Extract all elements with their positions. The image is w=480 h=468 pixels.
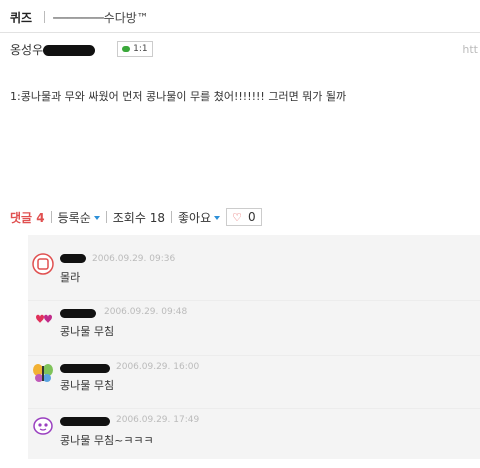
category-label[interactable]: 퀴즈 <box>10 9 32 26</box>
chat-bubble-icon <box>122 46 131 52</box>
like-label: 좋아요 <box>178 210 212 225</box>
commenter-name-redaction[interactable] <box>60 309 96 318</box>
views-info: 조회수 18 <box>113 209 165 226</box>
comment-date: 2006.09.29. 09:48 <box>104 307 188 317</box>
butterfly-avatar-icon[interactable] <box>32 362 54 384</box>
like-dropdown[interactable]: 좋아요 <box>178 209 221 226</box>
comment-item: 2006.09.29. 09:36 몰라 <box>28 245 480 300</box>
header-divider <box>44 11 46 23</box>
commenter-name-redaction[interactable] <box>60 364 110 373</box>
post-toolbar: 댓글 4 등록순 조회수 18 좋아요 ♡ 0 <box>0 205 480 229</box>
comment-divider <box>28 408 480 409</box>
author-name[interactable]: 옹성우 <box>10 41 96 58</box>
like-count: 0 <box>248 210 256 224</box>
chat-button-label: 1:1 <box>133 44 148 54</box>
like-button[interactable]: ♡ 0 <box>226 208 262 226</box>
url-hint: htt <box>462 42 478 56</box>
comment-divider <box>28 355 480 356</box>
comment-text: 콩나물 무침 <box>60 379 115 392</box>
comment-text: 콩나물 무침~ㅋㅋㅋ <box>60 434 154 447</box>
chat-button[interactable]: 1:1 <box>117 41 153 57</box>
toolbar-divider <box>171 211 172 223</box>
author-redaction <box>43 44 96 56</box>
sort-dropdown[interactable]: 등록순 <box>58 209 100 226</box>
comments-label: 댓글 <box>10 210 33 225</box>
comments-toggle[interactable]: 댓글 4 <box>10 209 45 226</box>
comment-date: 2006.09.29. 16:00 <box>116 362 200 372</box>
comment-date: 2006.09.29. 09:36 <box>92 254 176 264</box>
board-name[interactable]: ───────수다방™ <box>53 9 149 26</box>
comment-text: 콩나물 무침 <box>60 325 115 338</box>
header-divider-line <box>0 32 480 33</box>
chevron-down-icon <box>214 216 221 220</box>
toolbar-divider <box>105 211 107 223</box>
post-header: 퀴즈 ───────수다방™ <box>0 0 480 34</box>
views-count: 18 <box>149 210 165 225</box>
sort-label: 등록순 <box>57 210 91 225</box>
comments-count: 4 <box>36 210 45 225</box>
comment-list: 2006.09.29. 09:36 몰라 2006.09.29. 09:48 콩… <box>28 235 480 459</box>
commenter-name-redaction[interactable] <box>60 417 110 426</box>
comment-date: 2006.09.29. 17:49 <box>116 415 200 425</box>
comment-text: 몰라 <box>60 271 81 284</box>
chevron-down-icon <box>93 216 100 220</box>
views-label: 조회수 <box>112 210 146 225</box>
comment-divider <box>28 300 480 301</box>
post-body: 1:콩나물과 무와 싸웠어 먼저 콩나물이 무를 쳤어!!!!!!! 그러면 뭐… <box>10 90 347 103</box>
heart-icon: ♡ <box>232 210 242 224</box>
toolbar-divider <box>50 211 52 223</box>
comment-item: 2006.09.29. 09:48 콩나물 무침 <box>28 305 480 360</box>
author-name-text: 옹성우 <box>10 42 44 57</box>
ghost-avatar-icon[interactable] <box>32 415 54 437</box>
bear-avatar-icon[interactable] <box>32 253 54 275</box>
comment-item: 2006.09.29. 17:49 콩나물 무침~ㅋㅋㅋ <box>28 413 480 468</box>
comment-item: 2006.09.29. 16:00 콩나물 무침 <box>28 360 480 415</box>
commenter-name-redaction[interactable] <box>60 254 86 263</box>
author-row: 옹성우 1:1 htt <box>0 38 480 60</box>
hearts-avatar-icon[interactable] <box>32 307 54 329</box>
